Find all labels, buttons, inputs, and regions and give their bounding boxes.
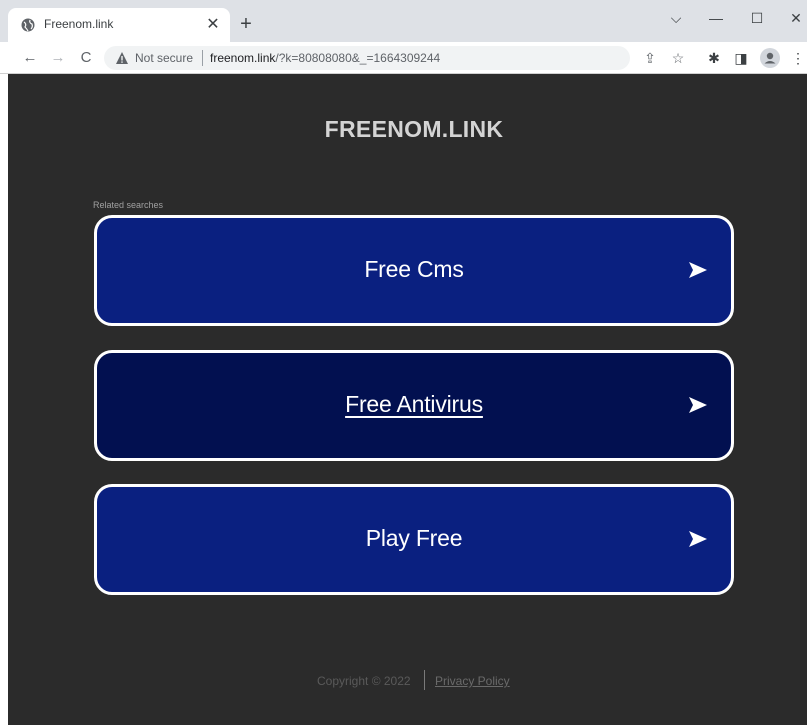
tab-title: Freenom.link (44, 17, 114, 31)
search-button-label: Free Antivirus (345, 391, 483, 417)
arrow-right-icon (689, 531, 707, 547)
tab-close-icon[interactable]: ✕ (204, 16, 222, 34)
bookmark-star-icon[interactable]: ☆ (668, 48, 688, 68)
search-button-free-antivirus[interactable]: Free Antivirus (94, 350, 734, 461)
window-left-edge (0, 74, 8, 725)
site-title: FREENOM.LINK (324, 116, 504, 142)
search-button-label: Play Free (365, 525, 463, 551)
search-button-free-cms[interactable]: Free Cms (94, 215, 734, 326)
url-text[interactable]: freenom.link/?k=80808080&_=1664309244 (210, 51, 440, 65)
tab-strip: Freenom.link ✕ + ⌵ — ☐ ✕ (0, 0, 807, 42)
tab-freenom[interactable]: Freenom.link ✕ (8, 8, 230, 42)
url-host: freenom.link (210, 51, 276, 65)
arrow-right-icon (689, 262, 707, 278)
side-panel-icon[interactable]: ◨ (731, 48, 751, 68)
reload-icon[interactable]: C (76, 48, 96, 68)
page-footer: Copyright © 2022 Privacy Policy (8, 670, 807, 690)
arrow-right-icon (689, 397, 707, 413)
extensions-icon[interactable]: ✱ (704, 48, 724, 68)
privacy-policy-link[interactable]: Privacy Policy (435, 674, 510, 688)
search-button-label: Free Cms (364, 256, 464, 282)
copyright-text: Copyright © 2022 (317, 674, 411, 688)
maximize-icon[interactable]: ☐ (745, 8, 769, 28)
profile-avatar-icon[interactable] (760, 48, 780, 68)
page-content: FREENOM.LINK Related searches Free Cms F… (8, 74, 807, 725)
warning-icon[interactable] (115, 51, 129, 65)
back-arrow-icon[interactable]: ← (20, 48, 40, 68)
share-icon[interactable]: ⇪ (640, 48, 660, 68)
related-searches-label: Related searches (93, 200, 164, 210)
address-bar[interactable]: Not secure freenom.link/?k=80808080&_=16… (104, 46, 630, 70)
forward-arrow-icon[interactable]: → (48, 48, 68, 68)
browser-window: Freenom.link ✕ + ⌵ — ☐ ✕ ← → C Not secur… (0, 0, 807, 725)
search-button-play-free[interactable]: Play Free (94, 484, 734, 595)
minimize-icon[interactable]: — (704, 8, 728, 28)
globe-icon (21, 18, 35, 32)
browser-toolbar: ← → C Not secure freenom.link/?k=8080808… (0, 42, 807, 74)
footer-divider (424, 670, 425, 690)
security-status-label[interactable]: Not secure (135, 51, 193, 65)
omnibox-divider (202, 50, 203, 66)
new-tab-icon[interactable]: + (236, 14, 256, 34)
window-close-icon[interactable]: ✕ (784, 8, 807, 28)
tab-search-icon[interactable]: ⌵ (664, 8, 688, 28)
browser-menu-icon[interactable]: ⋮ (788, 48, 807, 68)
url-path: /?k=80808080&_=1664309244 (275, 51, 441, 65)
